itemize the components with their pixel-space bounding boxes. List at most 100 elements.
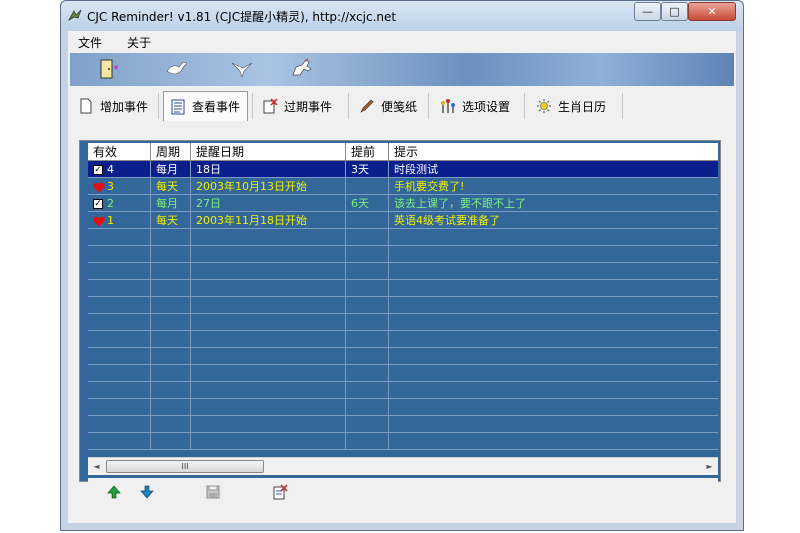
cell-cycle: 每月 [151, 161, 191, 178]
column-header-note[interactable]: 提示 [389, 143, 718, 161]
cell-note: 该去上课了，要不跟不上了 [389, 195, 718, 212]
horse-icon[interactable] [290, 57, 314, 81]
tab-label: 选项设置 [462, 99, 511, 114]
tab-view-events[interactable]: 查看事件 [163, 91, 248, 121]
app-icon [67, 9, 82, 22]
cell-advance [346, 212, 389, 229]
save-icon[interactable] [205, 484, 221, 500]
table-row[interactable]: 3 每天 2003年10月13日开始 手机要交费了! [88, 178, 718, 195]
menu-file[interactable]: 文件 [78, 34, 102, 51]
event-id: 4 [107, 163, 114, 176]
tab-label: 增加事件 [100, 99, 149, 114]
scroll-right-arrow[interactable]: ► [701, 458, 718, 475]
cell-advance: 3天 [346, 161, 389, 178]
empty-cell [88, 433, 151, 450]
maximize-button[interactable]: □ [661, 2, 688, 21]
tab-zodiac-calendar[interactable]: 生肖日历 [530, 91, 620, 121]
tab-options[interactable]: 选项设置 [434, 91, 520, 121]
empty-row [88, 297, 718, 314]
checkbox-icon[interactable]: ✓ [93, 165, 103, 175]
empty-cell [389, 314, 718, 331]
tab-label: 过期事件 [284, 99, 333, 114]
move-up-arrow-icon[interactable] [106, 484, 122, 500]
table-row[interactable]: ✓ 2 每月 27日 6天 该去上课了，要不跟不上了 [88, 195, 718, 212]
empty-cell [346, 433, 389, 450]
heart-icon[interactable] [93, 216, 105, 227]
scroll-thumb[interactable]: III [106, 460, 264, 473]
horizontal-scrollbar[interactable]: ◄ III ► [88, 457, 718, 475]
bottom-toolbar [88, 478, 718, 506]
empty-cell [191, 365, 346, 382]
empty-row [88, 416, 718, 433]
cell-valid: 1 [88, 212, 151, 229]
cell-date: 27日 [191, 195, 346, 212]
tab-add-event[interactable]: 增加事件 [72, 91, 156, 121]
tab-separator [524, 93, 525, 119]
delete-expired-icon[interactable] [272, 484, 288, 500]
close-button[interactable]: ✕ [688, 2, 736, 21]
empty-row [88, 365, 718, 382]
empty-cell [151, 331, 191, 348]
empty-cell [88, 229, 151, 246]
banner-toolbar [70, 53, 734, 86]
empty-cell [151, 348, 191, 365]
window-title: CJC Reminder! v1.81 (CJC提醒小精灵), http://x… [87, 10, 397, 24]
heart-icon[interactable] [93, 182, 105, 193]
empty-cell [346, 416, 389, 433]
empty-cell [389, 365, 718, 382]
cell-valid: 3 [88, 178, 151, 195]
tab-label: 便笺纸 [381, 99, 418, 114]
cell-valid: ✓ 2 [88, 195, 151, 212]
empty-row [88, 433, 718, 450]
tab-notepad[interactable]: 便笺纸 [353, 91, 423, 121]
empty-cell [88, 246, 151, 263]
checkbox-icon[interactable]: ✓ [93, 199, 103, 209]
empty-cell [88, 314, 151, 331]
empty-cell [346, 314, 389, 331]
event-grid[interactable]: ✓ 4 每月 18日 3天 时段测试 3 每天 2003年10月13日开始 手机要交费了! ✓ 2 每月… [88, 161, 718, 455]
empty-cell [88, 382, 151, 399]
empty-cell [191, 314, 346, 331]
empty-cell [389, 246, 718, 263]
minimize-button[interactable]: — [634, 2, 661, 21]
list-icon [171, 99, 185, 114]
tab-bar: 增加事件 查看事件 过期事件 便笺纸 选项设置 生肖日历 [68, 89, 736, 123]
empty-cell [151, 229, 191, 246]
tab-separator [158, 93, 159, 119]
column-header-cycle[interactable]: 周期 [151, 143, 191, 161]
empty-cell [191, 297, 346, 314]
title-bar[interactable]: CJC Reminder! v1.81 (CJC提醒小精灵), http://x… [61, 1, 743, 31]
event-id: 1 [107, 214, 114, 227]
empty-row [88, 382, 718, 399]
empty-cell [191, 263, 346, 280]
bird-icon[interactable] [230, 57, 254, 81]
table-row[interactable]: 1 每天 2003年11月18日开始 英语4级考试要准备了 [88, 212, 718, 229]
table-row[interactable]: ✓ 4 每月 18日 3天 时段测试 [88, 161, 718, 178]
move-down-arrow-icon[interactable] [139, 484, 155, 500]
menu-about[interactable]: 关于 [127, 34, 151, 51]
cell-date: 18日 [191, 161, 346, 178]
tab-expired-events[interactable]: 过期事件 [256, 91, 342, 121]
column-header-valid[interactable]: 有效 [88, 143, 151, 161]
event-id: 2 [107, 197, 114, 210]
empty-cell [151, 416, 191, 433]
dove-icon[interactable] [165, 57, 189, 81]
settings-icon [441, 99, 455, 113]
column-header-advance[interactable]: 提前 [346, 143, 389, 161]
empty-cell [389, 348, 718, 365]
empty-cell [88, 280, 151, 297]
tab-separator [252, 93, 253, 119]
column-header-date[interactable]: 提醒日期 [191, 143, 346, 161]
door-icon[interactable] [96, 57, 120, 81]
empty-row [88, 280, 718, 297]
sun-icon [537, 99, 551, 113]
scroll-left-arrow[interactable]: ◄ [88, 458, 105, 475]
empty-cell [88, 365, 151, 382]
cell-note: 手机要交费了! [389, 178, 718, 195]
event-id: 3 [107, 180, 114, 193]
expired-icon [263, 98, 278, 114]
empty-cell [346, 365, 389, 382]
empty-cell [346, 382, 389, 399]
empty-cell [88, 297, 151, 314]
empty-cell [191, 348, 346, 365]
